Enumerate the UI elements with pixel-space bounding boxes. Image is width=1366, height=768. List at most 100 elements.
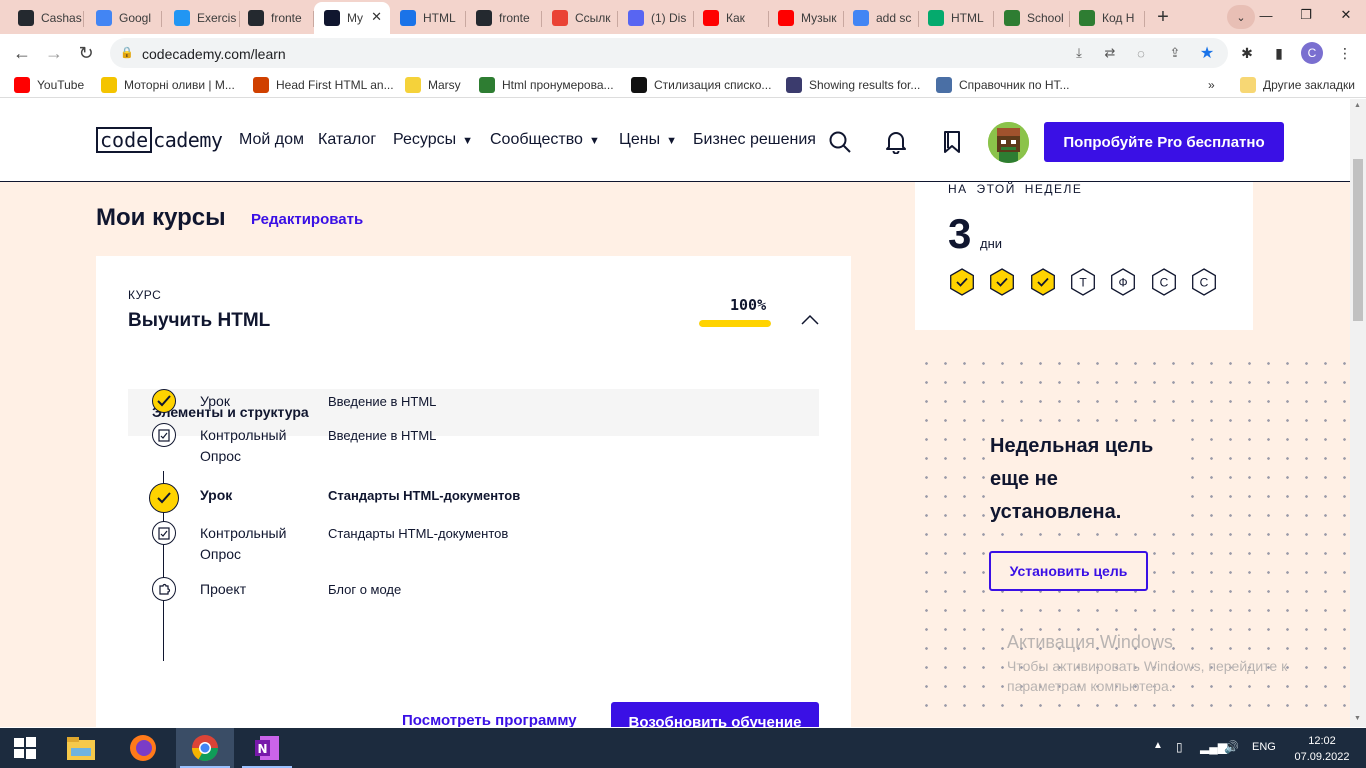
bookmark-item[interactable]: YouTube [14,76,84,94]
nav-business[interactable]: Бизнес решения [693,131,816,149]
bookmark-item[interactable]: Showing results for... [786,76,920,94]
bookmark-item[interactable]: Head First HTML an... [253,76,394,94]
search-icon[interactable] [827,129,853,155]
windows-taskbar: N ▲ ▯ ▂▄▆ 🔊 ENG 12:02 07.09.2022 [0,728,1366,768]
course-title[interactable]: Выучить HTML [128,310,270,332]
eye-off-icon[interactable]: ◌ [1132,45,1150,61]
edit-link[interactable]: Редактировать [251,211,363,228]
scroll-up-icon[interactable]: ▲ [1354,102,1361,109]
reload-icon[interactable]: ↻ [74,41,98,65]
translate-icon[interactable]: ⇄ [1101,45,1119,61]
browser-tab[interactable]: Код H [1069,4,1145,32]
tab-strip: + ⌄ — ❐ ✕ Cashas Googl Exercis fronte My ✕ HTM… [0,0,1366,34]
collapse-chevron-icon[interactable] [801,313,819,331]
other-bookmarks[interactable]: Другие закладки [1240,76,1355,94]
clock-date: 07.09.2022 [1294,751,1350,763]
scrollbar-thumb[interactable] [1353,159,1363,321]
bookmark-item[interactable]: Справочник по HT... [936,76,1070,94]
bookmark-item[interactable]: Html пронумерова... [479,76,614,94]
bookmark-item[interactable]: Стилизация списко... [631,76,771,94]
bookmark-label: Showing results for... [809,78,921,92]
file-explorer-icon[interactable] [52,728,110,768]
browser-tab[interactable]: Googl [86,4,162,32]
google-icon [853,10,869,26]
new-tab-button[interactable]: + [1149,5,1177,29]
firefox-icon[interactable] [114,728,172,768]
windows-start-icon[interactable] [0,728,50,768]
view-syllabus-link[interactable]: Посмотреть программу [402,712,577,727]
syllabus-item-link[interactable]: Блог о моде [328,579,401,600]
restore-icon[interactable]: ❐ [1286,0,1326,30]
tab-label: Cashas [41,11,82,25]
day-letter: Т [1079,276,1087,290]
install-icon[interactable]: ⤓ [1070,45,1088,61]
battery-icon[interactable]: ▯ [1176,740,1183,754]
browser-tab[interactable]: fronte [238,4,314,32]
browser-tab[interactable]: HTML [390,4,466,32]
bookmark-icon[interactable] [939,129,965,155]
browser-tab[interactable]: (1) Dis [618,4,694,32]
onenote-icon[interactable]: N [238,728,296,768]
nav-my-home[interactable]: Мой дом [239,131,304,149]
browser-tab[interactable]: My ✕ [314,2,390,34]
tab-label: Как [726,11,745,25]
close-tab-icon[interactable]: ✕ [371,9,382,25]
clock[interactable]: 12:02 07.09.2022 [1292,733,1352,765]
back-icon[interactable]: ← [10,41,34,65]
network-icon[interactable]: ▂▄▆ [1200,740,1227,754]
browser-tab[interactable]: add sc [843,4,919,32]
chrome-icon[interactable] [176,728,234,768]
codecademy-icon [324,10,340,26]
github-icon [476,10,492,26]
m-icon [631,77,647,93]
syllabus-item-link[interactable]: Стандарты HTML-документов [328,523,508,544]
streak-count: 3 [948,210,972,257]
browser-tab[interactable]: HTML [918,4,994,32]
lock-icon: 🔒 [120,47,134,59]
nav-pricing[interactable]: Цены ▼ [619,131,677,149]
browser-tab[interactable]: Ссылк [542,4,618,32]
tray-chevron-icon[interactable]: ▲ [1153,740,1163,751]
bookmark-label: Справочник по HT... [959,78,1070,92]
bookmark-item[interactable]: Marsy [405,76,461,94]
scroll-down-icon[interactable]: ▼ [1354,715,1361,722]
language-indicator[interactable]: ENG [1252,741,1276,753]
profile-avatar[interactable]: C [1301,42,1323,64]
user-avatar[interactable] [988,122,1029,163]
more-bookmarks-icon[interactable]: » [1208,76,1215,94]
nav-catalog[interactable]: Каталог [318,131,376,149]
star-icon[interactable]: ★ [1198,45,1216,62]
syllabus-item-link[interactable]: Введение в HTML [328,391,436,412]
bell-icon[interactable] [883,129,909,155]
browser-tab[interactable]: Музык [768,4,844,32]
completed-check-icon [149,483,179,513]
syllabus-item-link[interactable]: Введение в HTML [328,425,436,446]
folder-icon [1240,77,1256,93]
forward-icon[interactable]: → [42,41,66,65]
browser-tab[interactable]: School [994,4,1070,32]
browser-tab[interactable]: fronte [466,4,542,32]
set-goal-button[interactable]: Установить цель [989,551,1148,591]
day-letter: С [1199,276,1208,290]
codecademy-logo[interactable]: code cademy [96,127,223,153]
side-panel-icon[interactable]: ▮ [1268,42,1290,64]
nav-resources[interactable]: Ресурсы ▼ [393,131,473,149]
nav-community[interactable]: Сообщество ▼ [490,131,600,149]
minimize-icon[interactable]: — [1246,0,1286,30]
extensions-icon[interactable]: ✱ [1236,42,1258,64]
bookmark-item[interactable]: Моторні оливи | М... [101,76,235,94]
url-field[interactable]: 🔒 codecademy.com/learn ⤓ ⇄ ◌ ⇪ ★ [110,38,1228,68]
browser-tab[interactable]: Exercis [164,4,240,32]
menu-icon[interactable]: ⋮ [1334,42,1356,64]
page-scrollbar[interactable]: ▲ ▼ [1350,99,1366,727]
resume-learning-button[interactable]: Возобновить обучение [611,702,819,727]
gear-icon [936,77,952,93]
logo-box: code [96,127,153,153]
syllabus-item-link[interactable]: Стандарты HTML-документов [328,485,520,506]
browser-tab[interactable]: Cashas [8,4,84,32]
try-pro-button[interactable]: Попробуйте Pro бесплатно [1044,122,1284,162]
volume-icon[interactable]: 🔊 [1224,740,1239,754]
browser-tab[interactable]: Как [693,4,769,32]
share-icon[interactable]: ⇪ [1166,45,1184,61]
close-window-icon[interactable]: ✕ [1326,0,1366,30]
